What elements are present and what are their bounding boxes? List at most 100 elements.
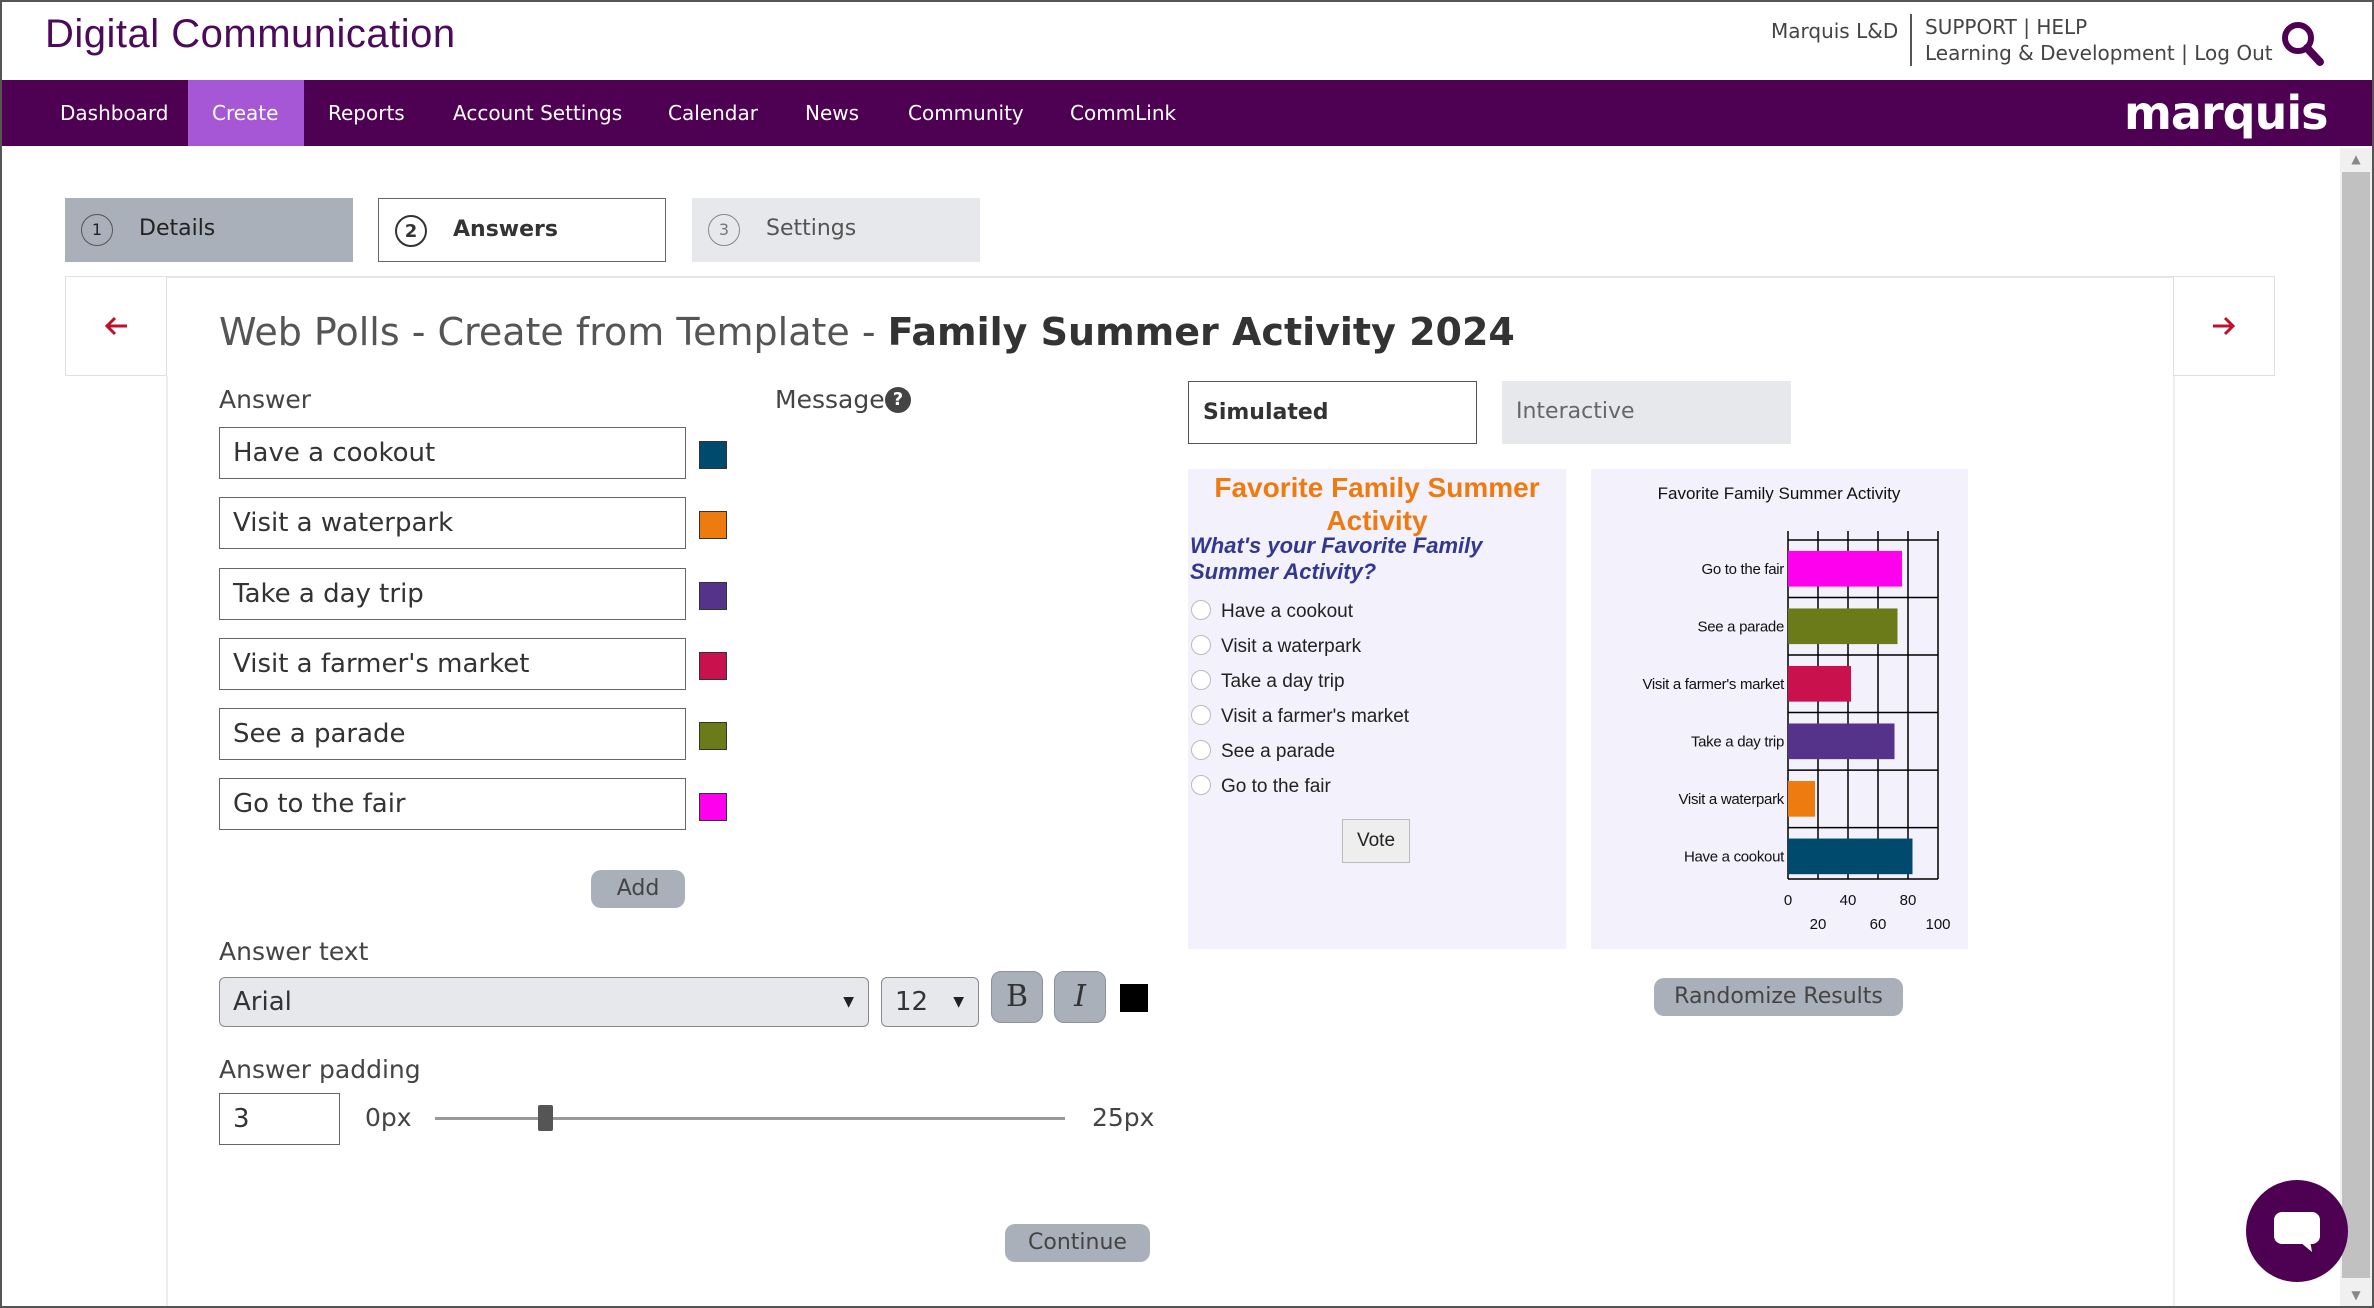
poll-preview: Favorite Family Summer Activity What's y… — [1188, 469, 1566, 949]
org-name: Marquis L&D — [1771, 19, 1899, 43]
learning-link[interactable]: Learning & Development — [1925, 41, 2175, 65]
nav-commlink[interactable]: CommLink — [1046, 80, 1200, 146]
padding-slider-thumb[interactable] — [538, 1105, 554, 1131]
answer-color-swatch[interactable] — [699, 722, 727, 750]
answer-input[interactable]: Have a cookout — [219, 427, 686, 479]
radio-button[interactable] — [1191, 600, 1211, 620]
text-color-swatch[interactable] — [1120, 984, 1148, 1012]
step-details[interactable]: 1 Details — [65, 198, 353, 262]
answer-input[interactable]: Go to the fair — [219, 778, 686, 830]
chart-bar — [1788, 608, 1898, 645]
nav-dashboard[interactable]: Dashboard — [36, 80, 193, 146]
chart-bar — [1788, 665, 1851, 702]
randomize-results-button[interactable]: Randomize Results — [1654, 978, 1903, 1016]
card-right-border — [2173, 376, 2175, 1306]
font-size-select[interactable]: 12 ▼ — [881, 977, 979, 1027]
arrow-left-icon[interactable] — [66, 277, 166, 375]
radio-button[interactable] — [1191, 635, 1211, 655]
chart-bar — [1788, 838, 1913, 875]
poll-option[interactable]: Have a cookout — [1190, 600, 1353, 624]
poll-option[interactable]: Go to the fair — [1190, 775, 1331, 799]
chart-tick-label: 20 — [1810, 916, 1827, 933]
answer-input[interactable]: Visit a farmer's market — [219, 638, 686, 690]
step-settings[interactable]: 3 Settings — [692, 198, 980, 262]
poll-name: Family Summer Activity 2024 — [887, 310, 1515, 354]
italic-button[interactable]: I — [1054, 971, 1106, 1023]
tab-interactive[interactable]: Interactive — [1502, 381, 1791, 444]
vote-button[interactable]: Vote — [1342, 819, 1410, 863]
link-separator: | — [2023, 15, 2030, 39]
header-links: SUPPORT | HELP Learning & Development | … — [1925, 14, 2273, 66]
results-chart: Favorite Family Summer Activity Go to the… — [1642, 484, 1950, 933]
radio-button[interactable] — [1191, 740, 1211, 760]
continue-button[interactable]: Continue — [1005, 1224, 1150, 1262]
step-label: Details — [139, 216, 216, 241]
poll-option-label: Visit a waterpark — [1221, 636, 1362, 657]
add-answer-button[interactable]: Add — [591, 870, 685, 908]
bold-button[interactable]: B — [991, 971, 1043, 1023]
poll-option-label: Go to the fair — [1221, 776, 1331, 797]
help-link[interactable]: HELP — [2036, 15, 2087, 39]
scroll-down-icon[interactable]: ▼ — [2340, 1284, 2372, 1306]
padding-input[interactable]: 3 — [219, 1093, 340, 1145]
vertical-scrollbar[interactable]: ▲ ▼ — [2340, 148, 2372, 1306]
scroll-up-icon[interactable]: ▲ — [2340, 148, 2372, 170]
step-number: 3 — [708, 214, 740, 246]
poll-option-label: See a parade — [1221, 741, 1336, 762]
next-panel — [2173, 276, 2275, 376]
answer-input[interactable]: Take a day trip — [219, 568, 686, 620]
chart-bar — [1788, 723, 1895, 760]
support-link[interactable]: SUPPORT — [1925, 15, 2017, 39]
chart-category-label: Visit a waterpark — [1678, 791, 1784, 808]
poll-option[interactable]: Take a day trip — [1190, 670, 1345, 694]
radio-button[interactable] — [1191, 775, 1211, 795]
chart-tick-label: 40 — [1840, 892, 1857, 909]
nav-reports[interactable]: Reports — [304, 80, 429, 146]
poll-title: Favorite Family Summer Activity — [1214, 472, 1540, 536]
answer-input[interactable]: See a parade — [219, 708, 686, 760]
search-icon[interactable] — [2280, 20, 2326, 68]
arrow-right-icon[interactable] — [2174, 277, 2274, 375]
nav-account-settings[interactable]: Account Settings — [429, 80, 646, 146]
step-number: 1 — [81, 214, 113, 246]
poll-option-label: Have a cookout — [1221, 601, 1354, 622]
padding-slider-track[interactable] — [435, 1117, 1065, 1120]
nav-news[interactable]: News — [781, 80, 883, 146]
poll-option[interactable]: Visit a waterpark — [1190, 635, 1361, 659]
answer-color-swatch[interactable] — [699, 793, 727, 821]
chart-category-label: Take a day trip — [1691, 733, 1784, 750]
chart-tick-label: 80 — [1900, 892, 1917, 909]
chart-category-label: Go to the fair — [1701, 561, 1784, 578]
answer-color-swatch[interactable] — [699, 511, 727, 539]
answer-color-swatch[interactable] — [699, 441, 727, 469]
answer-label: Answer — [219, 385, 312, 414]
results-chart-panel: Favorite Family Summer Activity Go to the… — [1591, 469, 1968, 949]
nav-community[interactable]: Community — [884, 80, 1048, 146]
logout-link[interactable]: Log Out — [2194, 41, 2272, 65]
step-label: Settings — [766, 216, 857, 241]
nav-calendar[interactable]: Calendar — [644, 80, 782, 146]
question-circle-icon[interactable]: ? — [885, 387, 911, 413]
nav-create[interactable]: Create — [188, 80, 304, 146]
radio-button[interactable] — [1191, 705, 1211, 725]
chart-tick-label: 60 — [1870, 916, 1887, 933]
message-label: Message — [775, 385, 885, 414]
answer-color-swatch[interactable] — [699, 582, 727, 610]
step-label: Answers — [453, 217, 558, 242]
step-number: 2 — [395, 215, 427, 247]
step-answers[interactable]: 2 Answers — [378, 198, 666, 262]
poll-option[interactable]: Visit a farmer's market — [1190, 705, 1409, 729]
answer-color-swatch[interactable] — [699, 652, 727, 680]
poll-option[interactable]: See a parade — [1190, 740, 1335, 764]
chat-icon[interactable] — [2246, 1180, 2348, 1282]
radio-button[interactable] — [1191, 670, 1211, 690]
tab-simulated[interactable]: Simulated — [1188, 381, 1477, 444]
chart-title: Favorite Family Summer Activity — [1658, 484, 1901, 503]
answer-input[interactable]: Visit a waterpark — [219, 497, 686, 549]
answer-text-label: Answer text — [219, 937, 369, 966]
chart-category-label: Have a cookout — [1684, 848, 1785, 865]
scrollbar-thumb[interactable] — [2342, 172, 2370, 1278]
chart-category-label: See a parade — [1698, 618, 1784, 635]
marquis-logo[interactable]: marquis — [2124, 86, 2328, 140]
font-family-select[interactable]: Arial ▼ — [219, 977, 869, 1027]
